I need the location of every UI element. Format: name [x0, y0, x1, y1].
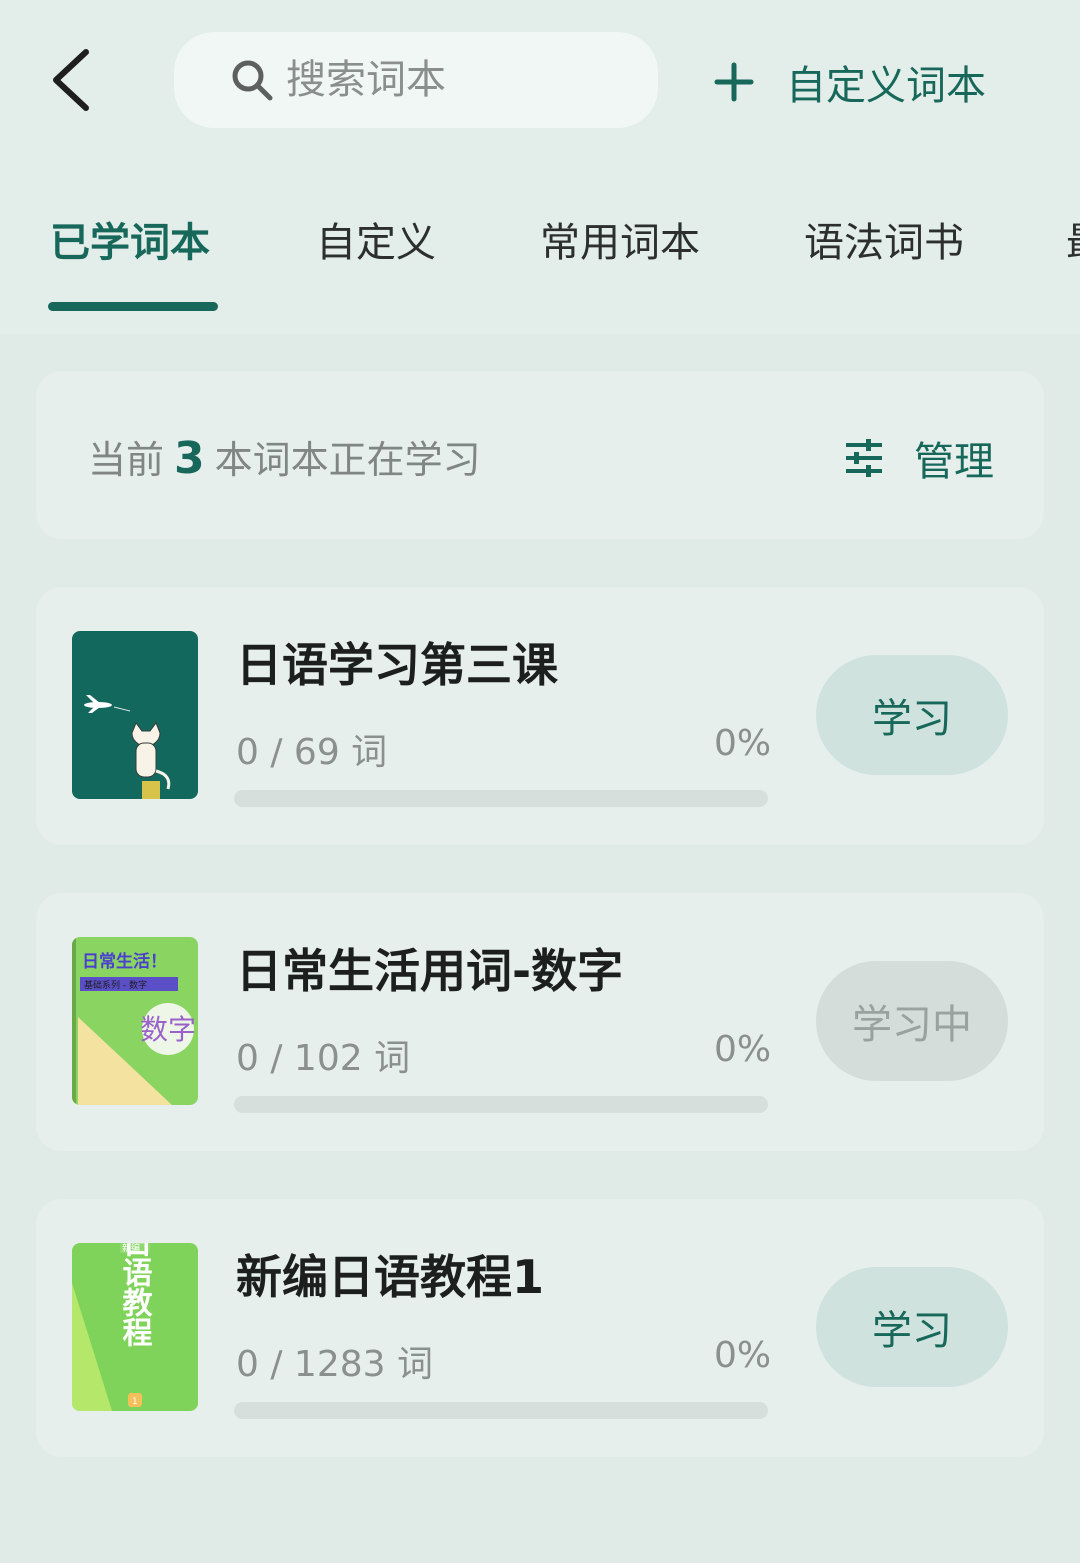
studying-button[interactable]: 学习中	[816, 961, 1008, 1081]
tab-custom[interactable]: 自定义	[316, 210, 436, 268]
add-custom-book-label: 自定义词本	[786, 63, 986, 109]
progress-bar	[234, 1096, 768, 1113]
cover-band-text: 基础系列 - 数字	[84, 979, 147, 991]
tab-common-books[interactable]: 常用词本	[540, 210, 700, 268]
top-bar: 自定义词本 已学词本 自定义 常用词本 语法词书 最	[0, 0, 1080, 334]
book-word-count: 0 / 69 词	[236, 732, 388, 773]
manage-button[interactable]: 管理	[844, 429, 994, 487]
status-prefix: 当前	[88, 438, 165, 482]
book-progress-percent: 0%	[714, 1029, 772, 1070]
book-cover: 日常生活！ 基础系列 - 数字 数字	[72, 937, 198, 1105]
book-word-count: 0 / 102 词	[236, 1038, 411, 1079]
book-card[interactable]: 日常生活！ 基础系列 - 数字 数字 日常生活用词-数字 0 / 102 词 0…	[36, 893, 1044, 1151]
book-title: 新编日语教程1	[236, 1250, 545, 1304]
study-button[interactable]: 学习	[816, 655, 1008, 775]
plus-icon	[714, 62, 754, 102]
book-title: 日语学习第三课	[236, 638, 558, 692]
study-button[interactable]: 学习	[816, 1267, 1008, 1387]
cover-number: 1	[132, 1397, 138, 1407]
search-icon	[232, 60, 273, 101]
search-input[interactable]	[286, 50, 626, 110]
book-progress-percent: 0%	[714, 723, 772, 764]
learning-status-text: 当前 3 本词本正在学习	[88, 429, 481, 484]
back-button[interactable]	[40, 40, 110, 120]
tab-grammar-books[interactable]: 语法词书	[804, 210, 964, 268]
sliders-icon	[846, 439, 882, 477]
book-cover-illustration: 新编 日语教程 1	[72, 1243, 198, 1411]
add-custom-book-button[interactable]: 自定义词本	[712, 50, 986, 114]
book-progress-percent: 0%	[714, 1335, 772, 1376]
book-card[interactable]: 日语学习第三课 0 / 69 词 0% 学习	[36, 587, 1044, 845]
book-cover	[72, 631, 198, 799]
book-cover: 新编 日语教程 1	[72, 1243, 198, 1411]
progress-bar	[234, 790, 768, 807]
book-title: 日常生活用词-数字	[236, 944, 624, 998]
chevron-left-icon	[53, 49, 89, 111]
active-tab-indicator	[48, 302, 218, 311]
learning-status-card: 当前 3 本词本正在学习 管理	[36, 371, 1044, 539]
status-suffix: 本词本正在学习	[214, 438, 481, 482]
book-cover-illustration	[72, 631, 198, 799]
status-count: 3	[174, 433, 205, 484]
book-word-count: 0 / 1283 词	[236, 1344, 433, 1385]
progress-bar	[234, 1402, 768, 1419]
tab-more-cut-off[interactable]: 最	[1066, 210, 1080, 268]
manage-label: 管理	[914, 439, 994, 485]
cover-vertical-text: 日语教程	[117, 1243, 153, 1347]
cover-top-text: 日常生活！	[82, 951, 167, 972]
book-card[interactable]: 新编 日语教程 1 新编日语教程1 0 / 1283 词 0% 学习	[36, 1199, 1044, 1457]
tab-learned-books[interactable]: 已学词本	[50, 210, 210, 268]
search-box[interactable]	[174, 32, 658, 128]
cover-circle-text: 数字	[140, 1013, 196, 1046]
book-cover-illustration: 日常生活！ 基础系列 - 数字 数字	[72, 937, 198, 1105]
tab-bar: 已学词本 自定义 常用词本 语法词书 最	[0, 200, 1080, 311]
